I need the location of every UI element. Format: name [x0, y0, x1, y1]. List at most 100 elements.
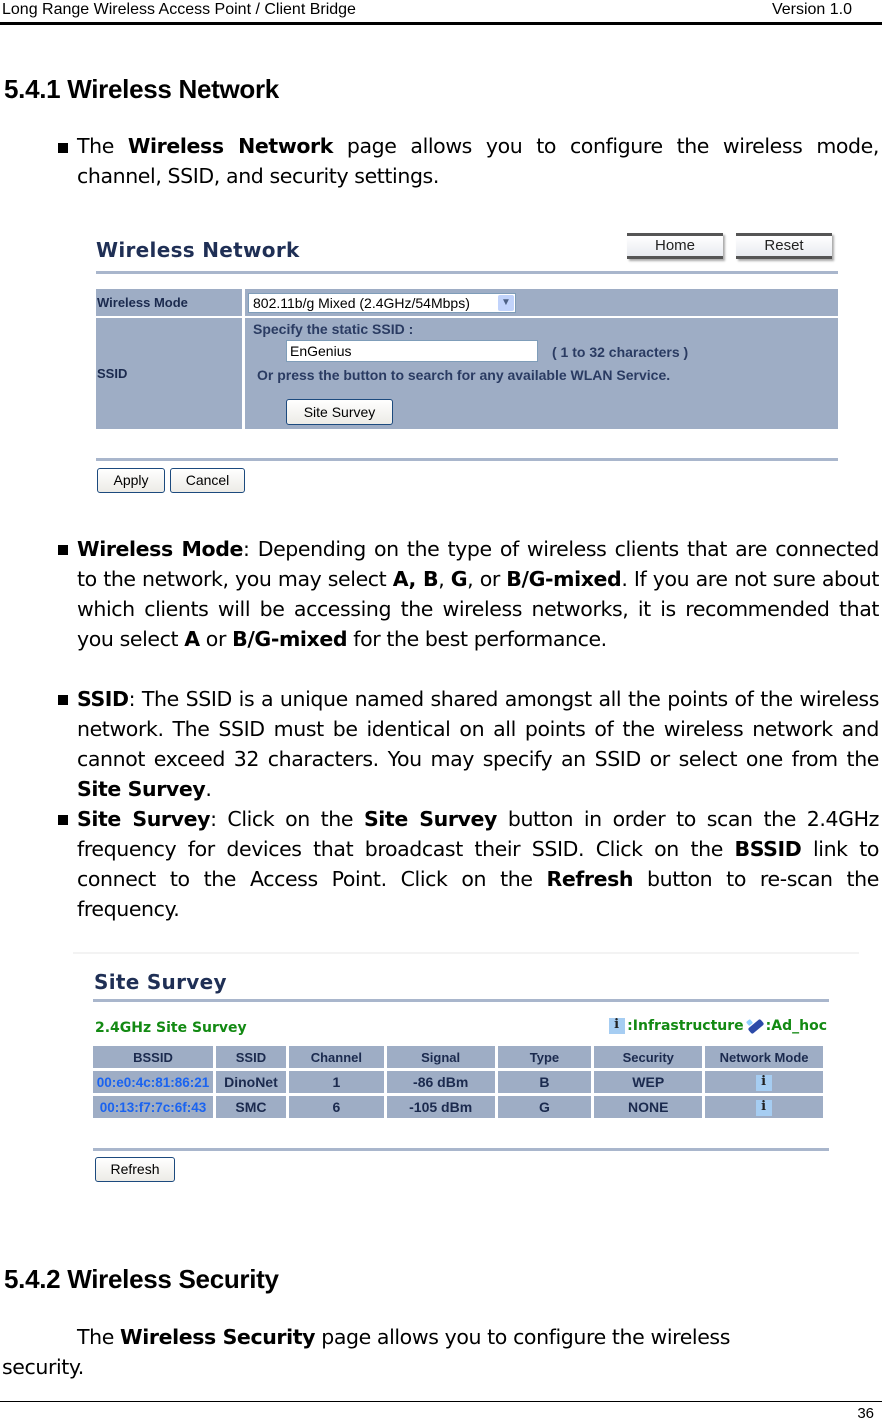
column-header: Channel [288, 1046, 384, 1068]
channel-cell: 1 [288, 1071, 384, 1093]
wireless-security-paragraph: The Wireless Security page allows you to… [77, 1322, 867, 1352]
specify-ssid-text: Specify the static SSID : [253, 321, 414, 337]
bold-text: Site Survey [363, 807, 497, 831]
divider [93, 1148, 829, 1151]
intro-paragraph: The Wireless Network page allows you to … [77, 131, 879, 191]
column-header: SSID [215, 1046, 286, 1068]
ssid-length-hint: ( 1 to 32 characters ) [552, 344, 689, 360]
bssid-cell: 00:e0:4c:81:86:21 [93, 1071, 213, 1093]
page-number: 36 [857, 1405, 874, 1422]
ssid-row: SSID Specify the static SSID : EnGenius … [96, 318, 838, 429]
text: , [438, 567, 451, 591]
ssid-paragraph: SSID: The SSID is a unique named shared … [77, 684, 879, 804]
document-title: Long Range Wireless Access Point / Clien… [2, 1, 356, 18]
bold-text: Wireless Security [120, 1325, 316, 1349]
reset-button[interactable]: Reset [736, 233, 832, 259]
divider [73, 952, 859, 954]
column-header: Type [497, 1046, 592, 1068]
network-mode-cell [705, 1071, 823, 1093]
bold-text: B/G-mixed [232, 627, 348, 651]
text: page allows you to configure the wireles… [315, 1325, 730, 1349]
divider [96, 271, 838, 274]
ssid-label: SSID [96, 318, 242, 429]
section-heading-wireless-security: 5.4.2 Wireless Security [4, 1264, 279, 1294]
bold-text: G [450, 567, 468, 591]
network-mode-legend: :Infrastructure :Ad_hoc [609, 1017, 827, 1034]
cancel-button[interactable]: Cancel [170, 468, 245, 493]
network-mode-cell [705, 1096, 823, 1118]
bullet-marker [58, 815, 68, 825]
signal-cell: -105 dBm [386, 1096, 495, 1118]
column-header: Security [594, 1046, 703, 1068]
infrastructure-icon [756, 1099, 773, 1116]
wireless-mode-select[interactable]: 802.11b/g Mixed (2.4GHz/54Mbps) ▼ [248, 293, 516, 313]
wireless-mode-paragraph: Wireless Mode: Depending on the type of … [77, 534, 879, 654]
signal-cell: -86 dBm [386, 1071, 495, 1093]
apply-button[interactable]: Apply [97, 468, 165, 493]
bullet-marker [58, 143, 68, 153]
search-hint: Or press the button to search for any av… [257, 367, 671, 383]
ssid-input[interactable]: EnGenius [286, 340, 538, 362]
site-survey-table: BSSID SSID Channel Signal Type Security … [90, 1043, 826, 1121]
panel-title: Wireless Network [96, 238, 300, 262]
divider [93, 999, 829, 1002]
wireless-network-screenshot: Wireless Network Home Reset Wireless Mod… [96, 228, 838, 498]
text: The [77, 1325, 121, 1349]
text: . [205, 777, 212, 801]
bold-text: A [184, 627, 200, 651]
bold-text: Refresh [546, 867, 634, 891]
infrastructure-icon [609, 1017, 626, 1034]
section-heading-wireless-network: 5.4.1 Wireless Network [4, 74, 279, 104]
text: for the best performance. [347, 627, 607, 651]
bssid-link[interactable]: 00:e0:4c:81:86:21 [97, 1075, 210, 1090]
bold-text: A, B [392, 567, 439, 591]
text: or [199, 627, 233, 651]
label-text: SSID [97, 366, 128, 381]
panel-title: Site Survey [94, 970, 227, 994]
security-cell: NONE [594, 1096, 703, 1118]
infrastructure-icon [756, 1074, 773, 1091]
text: The [77, 134, 128, 158]
footer-divider [0, 1401, 882, 1402]
legend-infrastructure-label: :Infrastructure [627, 1018, 744, 1034]
text: : Click on the [210, 807, 364, 831]
document-version: Version 1.0 [771, 1, 852, 18]
legend-ad-hoc-label: :Ad_hoc [765, 1018, 827, 1034]
channel-cell: 6 [288, 1096, 384, 1118]
security-cell: WEP [594, 1071, 703, 1093]
text: : The SSID is a unique named shared amon… [77, 687, 879, 771]
table-row: 00:e0:4c:81:86:21 DinoNet 1 -86 dBm B WE… [93, 1071, 823, 1093]
site-survey-paragraph: Site Survey: Click on the Site Survey bu… [77, 804, 879, 924]
wireless-mode-label: Wireless Mode [96, 289, 242, 316]
text: , or [467, 567, 507, 591]
bold-text: Site Survey [77, 807, 211, 831]
column-header: BSSID [93, 1046, 213, 1068]
divider [242, 318, 245, 429]
bssid-cell: 00:13:f7:7c:6f:43 [93, 1096, 213, 1118]
bullet-marker [58, 545, 68, 555]
wireless-security-continuation: security. [2, 1355, 84, 1379]
column-header: Signal [386, 1046, 495, 1068]
site-survey-button[interactable]: Site Survey [286, 399, 393, 425]
page-header: Long Range Wireless Access Point / Clien… [0, 0, 882, 25]
divider [96, 458, 838, 461]
site-survey-screenshot: Site Survey 2.4GHz Site Survey :Infrastr… [73, 952, 859, 1187]
refresh-button[interactable]: Refresh [95, 1157, 175, 1182]
type-cell: B [497, 1071, 592, 1093]
bold-text: SSID [77, 687, 129, 711]
column-header: Network Mode [705, 1046, 823, 1068]
label-text: Wireless Mode [97, 295, 188, 310]
bold-text: B/G-mixed [506, 567, 622, 591]
survey-subtitle: 2.4GHz Site Survey [95, 1020, 247, 1036]
bold-text: BSSID [734, 837, 802, 861]
bold-text: Site Survey [77, 777, 206, 801]
type-cell: G [497, 1096, 592, 1118]
table-row: 00:13:f7:7c:6f:43 SMC 6 -105 dBm G NONE [93, 1096, 823, 1118]
table-header-row: BSSID SSID Channel Signal Type Security … [93, 1046, 823, 1068]
ad-hoc-icon [746, 1018, 764, 1034]
bold-text: Wireless Network [127, 134, 334, 158]
bssid-link[interactable]: 00:13:f7:7c:6f:43 [100, 1100, 207, 1115]
home-button[interactable]: Home [627, 233, 723, 259]
chevron-down-icon[interactable]: ▼ [498, 295, 514, 311]
divider [242, 289, 245, 316]
